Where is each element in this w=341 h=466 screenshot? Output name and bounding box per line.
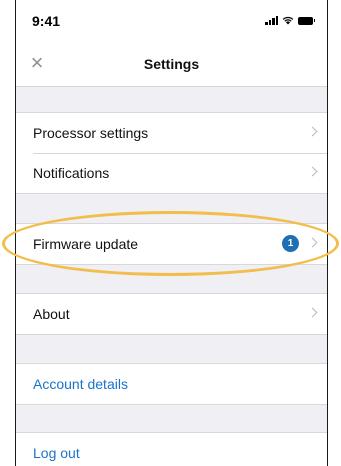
- list-item-log-out[interactable]: Log out: [16, 433, 327, 466]
- status-time: 9:41: [32, 13, 61, 29]
- chevron-right-icon: [307, 166, 318, 177]
- list-item-account-details[interactable]: Account details: [16, 364, 327, 404]
- chevron-right-icon: [307, 126, 318, 137]
- list-item-label: Firmware update: [33, 236, 139, 252]
- signal-icon: [265, 16, 278, 25]
- settings-group-3: About: [16, 293, 327, 335]
- notification-badge: 1: [282, 235, 299, 252]
- settings-group-5: Log out: [16, 432, 327, 466]
- list-item-label: Notifications: [33, 165, 110, 181]
- log-out-link: Log out: [33, 445, 80, 461]
- list-item-label: Processor settings: [33, 125, 149, 141]
- list-item-firmware-update[interactable]: Firmware update 1: [16, 224, 327, 264]
- settings-group-2: Firmware update 1: [16, 223, 327, 265]
- list-item-processor-settings[interactable]: Processor settings: [16, 113, 327, 153]
- settings-group-4: Account details: [16, 363, 327, 405]
- chevron-right-icon: [307, 307, 318, 318]
- navigation-bar: × Settings: [16, 42, 327, 87]
- settings-group-1: Processor settings Notifications: [16, 112, 327, 194]
- account-details-link: Account details: [33, 376, 128, 392]
- list-item-about[interactable]: About: [16, 294, 327, 334]
- list-item-label: About: [33, 306, 70, 322]
- list-item-notifications[interactable]: Notifications: [16, 153, 327, 193]
- page-title: Settings: [143, 56, 200, 72]
- chevron-right-icon: [307, 237, 318, 248]
- battery-icon: [298, 16, 315, 25]
- phone-frame: 9:41 × Settings Processor settings Notif…: [15, 0, 328, 466]
- status-icons: [265, 16, 315, 25]
- status-bar: 9:41: [16, 0, 327, 42]
- wifi-icon: [282, 16, 294, 25]
